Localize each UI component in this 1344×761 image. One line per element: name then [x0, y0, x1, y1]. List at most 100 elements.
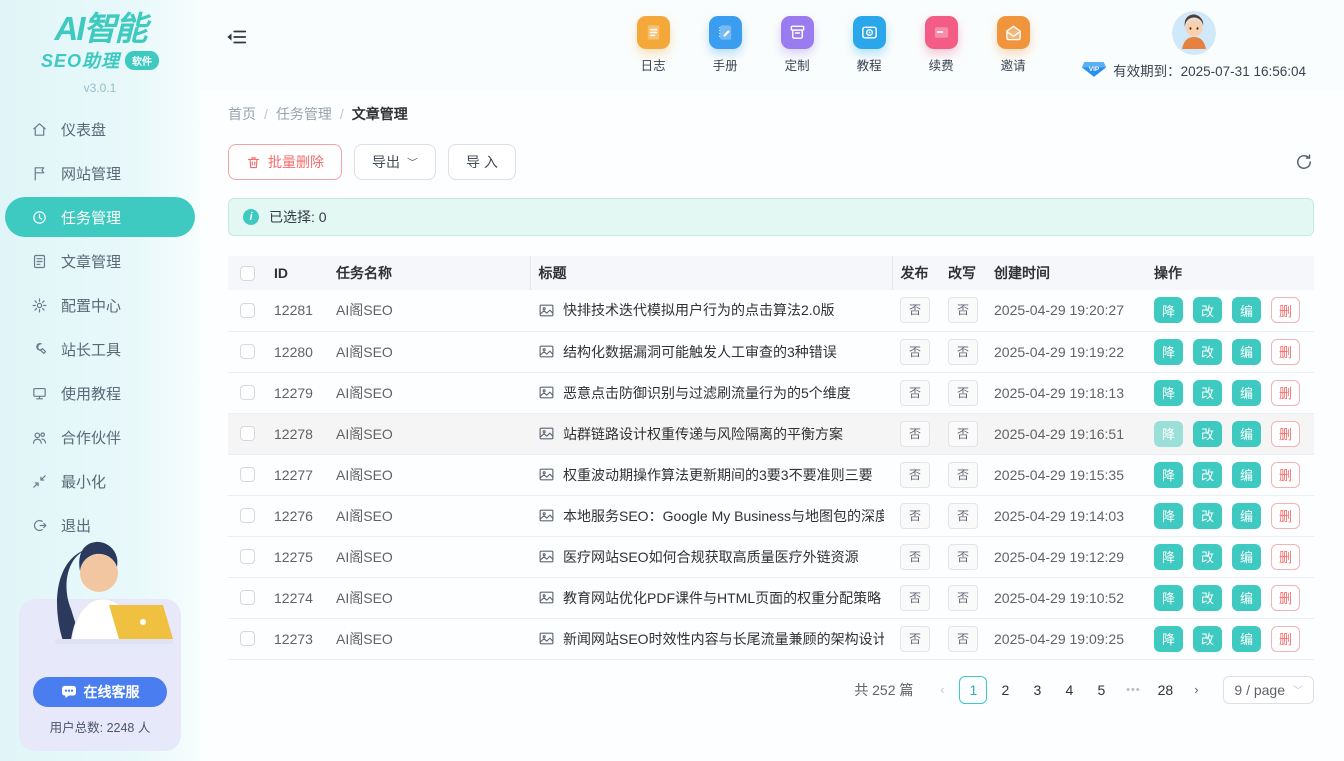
delete-button[interactable]: 删	[1271, 297, 1300, 323]
delete-button[interactable]: 删	[1271, 339, 1300, 365]
delete-button[interactable]: 删	[1271, 585, 1300, 611]
refresh-icon[interactable]	[1294, 152, 1314, 172]
edit-button[interactable]: 编	[1232, 339, 1261, 365]
online-service-button[interactable]: 在线客服	[33, 677, 167, 707]
next-page-button[interactable]: ›	[1183, 676, 1209, 704]
publish-tag[interactable]: 否	[900, 626, 930, 652]
edit-button[interactable]: 编	[1232, 380, 1261, 406]
row-checkbox[interactable]	[240, 426, 255, 441]
sidebar-item-minimize[interactable]: 最小化	[5, 461, 195, 501]
row-checkbox[interactable]	[240, 385, 255, 400]
demote-button[interactable]: 降	[1154, 626, 1183, 652]
demote-button[interactable]: 降	[1154, 339, 1183, 365]
rewrite-tag[interactable]: 否	[948, 297, 978, 323]
row-checkbox[interactable]	[240, 344, 255, 359]
demote-button[interactable]: 降	[1154, 544, 1183, 570]
demote-button[interactable]: 降	[1154, 462, 1183, 488]
publish-tag[interactable]: 否	[900, 339, 930, 365]
publish-tag[interactable]: 否	[900, 297, 930, 323]
import-button[interactable]: 导 入	[448, 144, 516, 180]
collapse-sidebar-icon[interactable]	[226, 26, 248, 48]
sidebar-item-websites[interactable]: 网站管理	[5, 153, 195, 193]
topbar-icon-custom[interactable]: 定制	[775, 16, 819, 74]
rewrite-button[interactable]: 改	[1193, 421, 1222, 447]
sidebar-item-logout[interactable]: 退出	[5, 505, 195, 545]
demote-button[interactable]: 降	[1154, 297, 1183, 323]
avatar[interactable]	[1172, 11, 1216, 55]
rewrite-button[interactable]: 改	[1193, 585, 1222, 611]
publish-tag[interactable]: 否	[900, 503, 930, 529]
rewrite-tag[interactable]: 否	[948, 380, 978, 406]
rewrite-button[interactable]: 改	[1193, 380, 1222, 406]
publish-tag[interactable]: 否	[900, 421, 930, 447]
demote-button[interactable]: 降	[1154, 503, 1183, 529]
publish-tag[interactable]: 否	[900, 544, 930, 570]
rewrite-button[interactable]: 改	[1193, 339, 1222, 365]
rewrite-button[interactable]: 改	[1193, 297, 1222, 323]
page-number[interactable]: 1	[959, 676, 987, 704]
edit-button[interactable]: 编	[1232, 421, 1261, 447]
row-checkbox[interactable]	[240, 590, 255, 605]
topbar-icon-manual[interactable]: 手册	[703, 16, 747, 74]
delete-button[interactable]: 删	[1271, 380, 1300, 406]
topbar-icon-tutorial[interactable]: 教程	[847, 16, 891, 74]
sidebar-item-webmaster-tools[interactable]: 站长工具	[5, 329, 195, 369]
row-checkbox[interactable]	[240, 508, 255, 523]
batch-delete-button[interactable]: 批量删除	[228, 144, 342, 180]
publish-tag[interactable]: 否	[900, 462, 930, 488]
select-all-checkbox[interactable]	[240, 266, 255, 281]
edit-button[interactable]: 编	[1232, 544, 1261, 570]
page-number[interactable]: 2	[991, 676, 1019, 704]
edit-button[interactable]: 编	[1232, 297, 1261, 323]
rewrite-tag[interactable]: 否	[948, 421, 978, 447]
delete-button[interactable]: 删	[1271, 544, 1300, 570]
delete-button[interactable]: 删	[1271, 421, 1300, 447]
row-checkbox[interactable]	[240, 467, 255, 482]
image-icon	[538, 384, 555, 401]
rewrite-tag[interactable]: 否	[948, 339, 978, 365]
rewrite-tag[interactable]: 否	[948, 462, 978, 488]
edit-button[interactable]: 编	[1232, 585, 1261, 611]
publish-tag[interactable]: 否	[900, 380, 930, 406]
selection-alert: i 已选择: 0	[228, 198, 1314, 236]
page-size-select[interactable]: 9 / page ﹀	[1223, 676, 1314, 704]
rewrite-button[interactable]: 改	[1193, 626, 1222, 652]
export-button[interactable]: 导出 ﹀	[354, 144, 436, 180]
edit-button[interactable]: 编	[1232, 626, 1261, 652]
prev-page-button[interactable]: ‹	[929, 676, 955, 704]
sidebar-item-dashboard[interactable]: 仪表盘	[5, 109, 195, 149]
row-checkbox[interactable]	[240, 549, 255, 564]
sidebar-item-partners[interactable]: 合作伙伴	[5, 417, 195, 457]
demote-button[interactable]: 降	[1154, 585, 1183, 611]
topbar-icon-log[interactable]: 日志	[631, 16, 675, 74]
page-number[interactable]: 28	[1151, 676, 1179, 704]
rewrite-button[interactable]: 改	[1193, 544, 1222, 570]
delete-button[interactable]: 删	[1271, 626, 1300, 652]
demote-button[interactable]: 降	[1154, 380, 1183, 406]
page-number[interactable]: 4	[1055, 676, 1083, 704]
row-checkbox[interactable]	[240, 303, 255, 318]
breadcrumb-home[interactable]: 首页	[228, 104, 256, 124]
delete-button[interactable]: 删	[1271, 503, 1300, 529]
sidebar-item-tasks[interactable]: 任务管理	[5, 197, 195, 237]
edit-button[interactable]: 编	[1232, 503, 1261, 529]
publish-tag[interactable]: 否	[900, 585, 930, 611]
rewrite-tag[interactable]: 否	[948, 503, 978, 529]
rewrite-button[interactable]: 改	[1193, 503, 1222, 529]
edit-button[interactable]: 编	[1232, 462, 1261, 488]
page-number[interactable]: 3	[1023, 676, 1051, 704]
rewrite-button[interactable]: 改	[1193, 462, 1222, 488]
row-checkbox[interactable]	[240, 631, 255, 646]
rewrite-tag[interactable]: 否	[948, 585, 978, 611]
demote-button[interactable]: 降	[1154, 421, 1183, 447]
sidebar-item-config[interactable]: 配置中心	[5, 285, 195, 325]
topbar-icon-renew[interactable]: 续费	[919, 16, 963, 74]
page-number[interactable]: 5	[1087, 676, 1115, 704]
sidebar-item-articles[interactable]: 文章管理	[5, 241, 195, 281]
breadcrumb-tasks[interactable]: 任务管理	[276, 104, 332, 124]
rewrite-tag[interactable]: 否	[948, 626, 978, 652]
delete-button[interactable]: 删	[1271, 462, 1300, 488]
rewrite-tag[interactable]: 否	[948, 544, 978, 570]
topbar-icon-invite[interactable]: 邀请	[991, 16, 1035, 74]
sidebar-item-tutorial[interactable]: 使用教程	[5, 373, 195, 413]
